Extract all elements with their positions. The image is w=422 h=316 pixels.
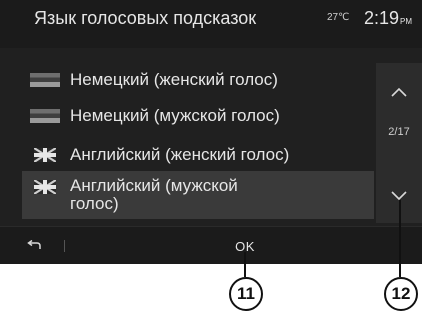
callout-scroll: 12 bbox=[384, 277, 418, 311]
footer-divider bbox=[64, 240, 65, 252]
list-item-selected[interactable]: Английский (мужской голос) bbox=[22, 171, 374, 219]
clock: 2:19PM bbox=[364, 8, 412, 29]
list-item-label: Английский (женский голос) bbox=[70, 145, 290, 164]
flag-germany-icon bbox=[30, 109, 60, 123]
list-item-label: Английский (мужской голос) bbox=[70, 176, 238, 213]
callout-ok: 11 bbox=[229, 277, 263, 311]
list-item[interactable]: Английский (женский голос) bbox=[22, 138, 374, 172]
scrollbar[interactable]: 2/17 bbox=[376, 63, 422, 223]
page-title: Язык голосовых подсказок bbox=[34, 8, 257, 28]
clock-time: 2:19 bbox=[364, 8, 400, 28]
footer-bar: OK bbox=[0, 226, 422, 264]
temperature-readout: 27℃ bbox=[327, 12, 350, 23]
flag-germany-icon bbox=[30, 73, 60, 87]
flag-uk-icon bbox=[30, 148, 60, 162]
page-indicator: 2/17 bbox=[388, 126, 410, 138]
chevron-up-icon bbox=[391, 87, 407, 97]
scroll-up-button[interactable] bbox=[376, 67, 422, 117]
infotainment-screen: Язык голосовых подсказок 27℃ 2:19PM Неме… bbox=[0, 0, 422, 264]
flag-uk-icon bbox=[30, 180, 60, 194]
callout-line-scroll bbox=[399, 200, 401, 277]
list-item[interactable]: Немецкий (мужской голос) bbox=[22, 99, 374, 133]
header-bar: Язык голосовых подсказок 27℃ 2:19PM bbox=[0, 0, 422, 48]
list-item[interactable]: Немецкий (женский голос) bbox=[22, 63, 374, 97]
list-item-label: Немецкий (женский голос) bbox=[70, 70, 278, 89]
language-list: Немецкий (женский голос) Немецкий (мужск… bbox=[0, 63, 374, 223]
back-arrow-icon bbox=[27, 240, 41, 249]
back-button[interactable] bbox=[6, 233, 62, 259]
clock-ampm: PM bbox=[400, 17, 413, 26]
list-item-label: Немецкий (мужской голос) bbox=[70, 106, 280, 125]
callout-line-ok bbox=[244, 252, 246, 277]
